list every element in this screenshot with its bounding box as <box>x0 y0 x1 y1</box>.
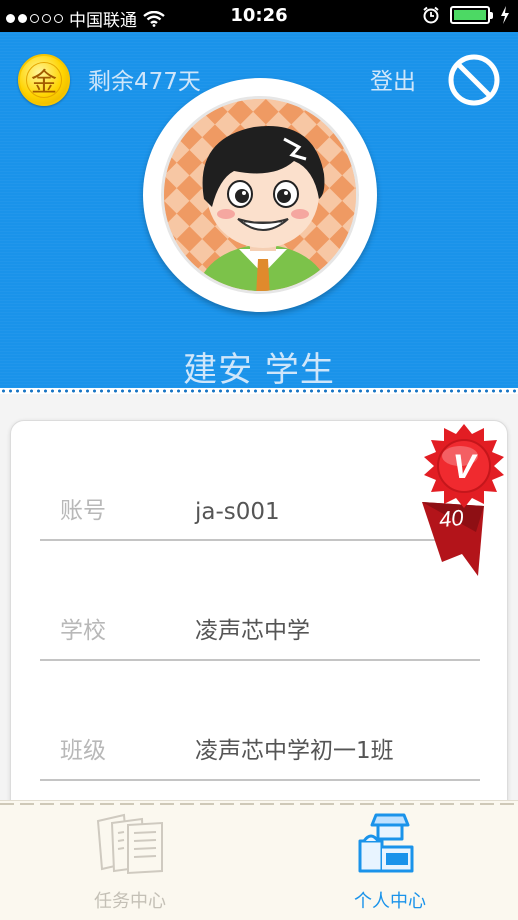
profile-row-class: 班级 凌声芯中学初一1班 <box>40 661 480 781</box>
school-label: 学校 <box>60 618 106 644</box>
vip-letter: V <box>453 448 479 486</box>
vip-level-badge-icon: V 40 <box>422 424 504 576</box>
account-label: 账号 <box>60 498 106 524</box>
tab-task-center-label: 任务中心 <box>94 891 166 912</box>
alarm-icon <box>423 6 439 24</box>
remaining-days: 剩余477天 <box>88 69 201 95</box>
tab-personal-center-label: 个人中心 <box>354 891 426 912</box>
status-right <box>422 6 510 24</box>
charging-icon <box>501 6 509 24</box>
tabbar-divider <box>0 801 518 807</box>
tab-task-center[interactable]: 任务中心 <box>50 811 210 920</box>
gold-coin-icon[interactable]: 金 <box>18 54 70 106</box>
class-label: 班级 <box>60 738 106 764</box>
profile-row-school: 学校 凌声芯中学 <box>40 541 480 661</box>
avatar-illustration-icon <box>164 99 356 291</box>
profile-row-account: 账号 ja-s001 <box>40 421 480 541</box>
profile-header: 金 剩余477天 登出 建安 学生 <box>0 32 518 394</box>
tab-bar: 任务中心 个人中心 <box>0 800 518 920</box>
status-bar: 中国联通 10:26 <box>0 0 518 32</box>
account-value: ja-s001 <box>195 499 280 525</box>
person-box-icon <box>358 813 414 873</box>
battery-icon <box>450 6 493 24</box>
vip-level: 40 <box>438 505 466 533</box>
prohibited-icon[interactable] <box>446 52 502 108</box>
logout-button[interactable]: 登出 <box>370 62 416 96</box>
avatar[interactable] <box>143 78 377 312</box>
class-value: 凌声芯中学初一1班 <box>195 738 394 764</box>
documents-icon <box>96 813 163 875</box>
header-divider <box>0 388 518 394</box>
avatar-image <box>161 96 359 294</box>
user-name: 建安 学生 <box>183 350 335 390</box>
school-value: 凌声芯中学 <box>195 618 310 644</box>
tab-personal-center[interactable]: 个人中心 <box>310 811 470 920</box>
